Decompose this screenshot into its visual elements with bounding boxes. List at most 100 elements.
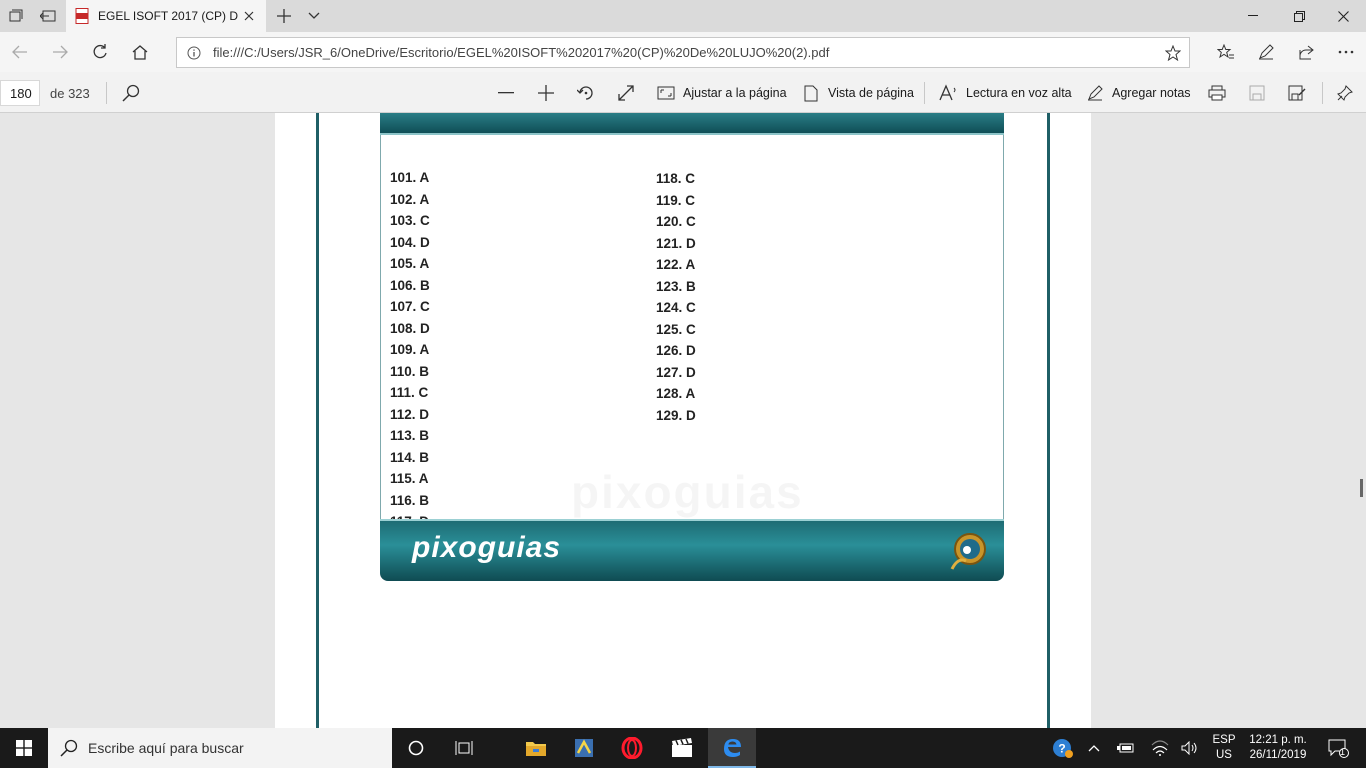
home-icon xyxy=(132,44,148,60)
answer-item: 126. D xyxy=(656,343,696,358)
pdf-viewer[interactable]: pixoguias 101. A 102. A 103. C 104. D 105. A… xyxy=(0,113,1366,728)
forward-button[interactable] xyxy=(44,36,76,68)
save-as-icon xyxy=(1286,82,1308,104)
tab-preview-icon xyxy=(9,9,23,22)
answer-item: 128. A xyxy=(656,386,696,401)
favorites-button[interactable] xyxy=(1208,36,1244,68)
active-tab[interactable]: EGEL ISOFT 2017 (CP) D xyxy=(66,0,266,32)
expand-icon xyxy=(615,82,637,104)
fit-page-button[interactable]: Ajustar a la página xyxy=(655,78,787,108)
task-view-button[interactable] xyxy=(440,728,488,768)
restore-button[interactable] xyxy=(1276,0,1322,32)
input-language[interactable]: ESP US xyxy=(1208,728,1240,768)
set-aside-tabs-button[interactable] xyxy=(32,0,64,32)
answer-item: 104. D xyxy=(390,234,430,250)
clock[interactable]: 12:21 p. m. 26/11/2019 xyxy=(1240,728,1316,768)
url-field[interactable]: file:///C:/Users/JSR_6/OneDrive/Escritor… xyxy=(176,37,1190,68)
back-arrow-icon xyxy=(12,45,27,59)
search-icon xyxy=(120,82,142,104)
pin-icon xyxy=(1334,82,1356,104)
divider xyxy=(1322,82,1323,104)
action-center-button[interactable]: 1 xyxy=(1320,728,1356,768)
home-button[interactable] xyxy=(124,36,156,68)
read-aloud-button[interactable]: Lectura en voz alta xyxy=(938,78,1072,108)
print-button[interactable] xyxy=(1206,78,1228,108)
minimize-icon xyxy=(1248,15,1258,16)
refresh-button[interactable] xyxy=(84,36,116,68)
page-view-button[interactable]: Vista de página xyxy=(800,78,914,108)
app-python-button[interactable] xyxy=(560,728,608,768)
file-explorer-button[interactable] xyxy=(512,728,560,768)
add-notes-button[interactable]: Agregar notas xyxy=(1084,78,1191,108)
read-aloud-icon xyxy=(938,82,960,104)
rotate-icon xyxy=(575,82,597,104)
start-button[interactable] xyxy=(0,728,48,768)
restore-icon xyxy=(1293,10,1305,22)
more-button[interactable] xyxy=(1328,36,1364,68)
pin-toolbar-button[interactable] xyxy=(1334,78,1356,108)
taskbar-search[interactable]: Escribe aquí para buscar xyxy=(48,728,392,768)
web-note-button[interactable] xyxy=(1248,36,1284,68)
answer-item: 113. B xyxy=(390,428,430,443)
scrollbar-thumb[interactable] xyxy=(1360,479,1363,497)
zoom-in-button[interactable] xyxy=(535,78,557,108)
task-view-icon xyxy=(455,741,473,755)
answer-item: 105. A xyxy=(390,256,430,271)
url-text: file:///C:/Users/JSR_6/OneDrive/Escritor… xyxy=(213,45,830,60)
answer-item: 124. C xyxy=(656,300,696,315)
answer-item: 122. A xyxy=(656,257,696,272)
opera-button[interactable] xyxy=(608,728,656,768)
info-icon[interactable] xyxy=(185,44,203,62)
wifi-tray-icon[interactable] xyxy=(1148,728,1172,768)
video-editor-button[interactable] xyxy=(658,728,706,768)
tab-list-button[interactable] xyxy=(300,0,328,32)
windows-logo-icon xyxy=(16,740,32,756)
tab-bar: EGEL ISOFT 2017 (CP) D xyxy=(0,0,1366,32)
lang-top: ESP xyxy=(1212,734,1236,746)
answer-item: 109. A xyxy=(390,342,430,357)
cortana-button[interactable] xyxy=(392,728,440,768)
save-button[interactable] xyxy=(1246,78,1268,108)
card-body: pixoguias 101. A 102. A 103. C 104. D 105. A… xyxy=(380,135,1004,529)
compass-logo-icon xyxy=(944,527,992,575)
refresh-icon xyxy=(93,44,107,59)
answer-item: 116. B xyxy=(390,492,430,508)
add-notes-label: Agregar notas xyxy=(1112,86,1191,100)
back-button[interactable] xyxy=(4,36,36,68)
notification-icon xyxy=(1328,739,1349,758)
divider xyxy=(106,82,107,104)
share-icon xyxy=(1299,45,1314,60)
favorites-list-icon xyxy=(1217,44,1234,59)
minimize-button[interactable] xyxy=(1230,0,1276,32)
answer-item: 129. D xyxy=(656,407,696,423)
edge-button[interactable] xyxy=(708,728,756,768)
search-button[interactable] xyxy=(120,78,142,108)
volume-tray-icon[interactable] xyxy=(1178,728,1202,768)
close-tab-icon[interactable] xyxy=(240,7,258,25)
tab-preview-button[interactable] xyxy=(0,0,32,32)
save-as-button[interactable] xyxy=(1286,78,1308,108)
divider xyxy=(924,82,925,104)
show-hidden-icons-button[interactable] xyxy=(1082,728,1106,768)
zoom-out-button[interactable] xyxy=(495,78,517,108)
rotate-button[interactable] xyxy=(575,78,597,108)
page-number-input[interactable]: 180 xyxy=(0,80,40,106)
close-window-button[interactable] xyxy=(1320,0,1366,32)
pen-icon xyxy=(1084,82,1106,104)
answer-item: 127. D xyxy=(656,364,696,380)
chevron-up-icon xyxy=(1088,745,1100,752)
new-tab-button[interactable] xyxy=(270,0,298,32)
search-icon xyxy=(60,739,78,757)
minus-icon xyxy=(495,82,517,104)
close-icon xyxy=(1337,10,1349,22)
fullscreen-button[interactable] xyxy=(615,78,637,108)
fit-page-icon xyxy=(655,82,677,104)
answer-key-card: pixoguias 101. A 102. A 103. C 104. D 105. A… xyxy=(380,113,1004,581)
svg-text:?: ? xyxy=(1058,742,1065,756)
share-button[interactable] xyxy=(1288,36,1324,68)
help-tray-icon[interactable]: ? xyxy=(1050,728,1076,768)
favorite-star-icon[interactable] xyxy=(1157,39,1189,67)
battery-tray-icon[interactable] xyxy=(1114,728,1138,768)
answers-column-2: 118. C 119. C 120. C 121. D 122. A 123. B 124.… xyxy=(656,168,696,426)
set-aside-icon xyxy=(40,10,56,22)
